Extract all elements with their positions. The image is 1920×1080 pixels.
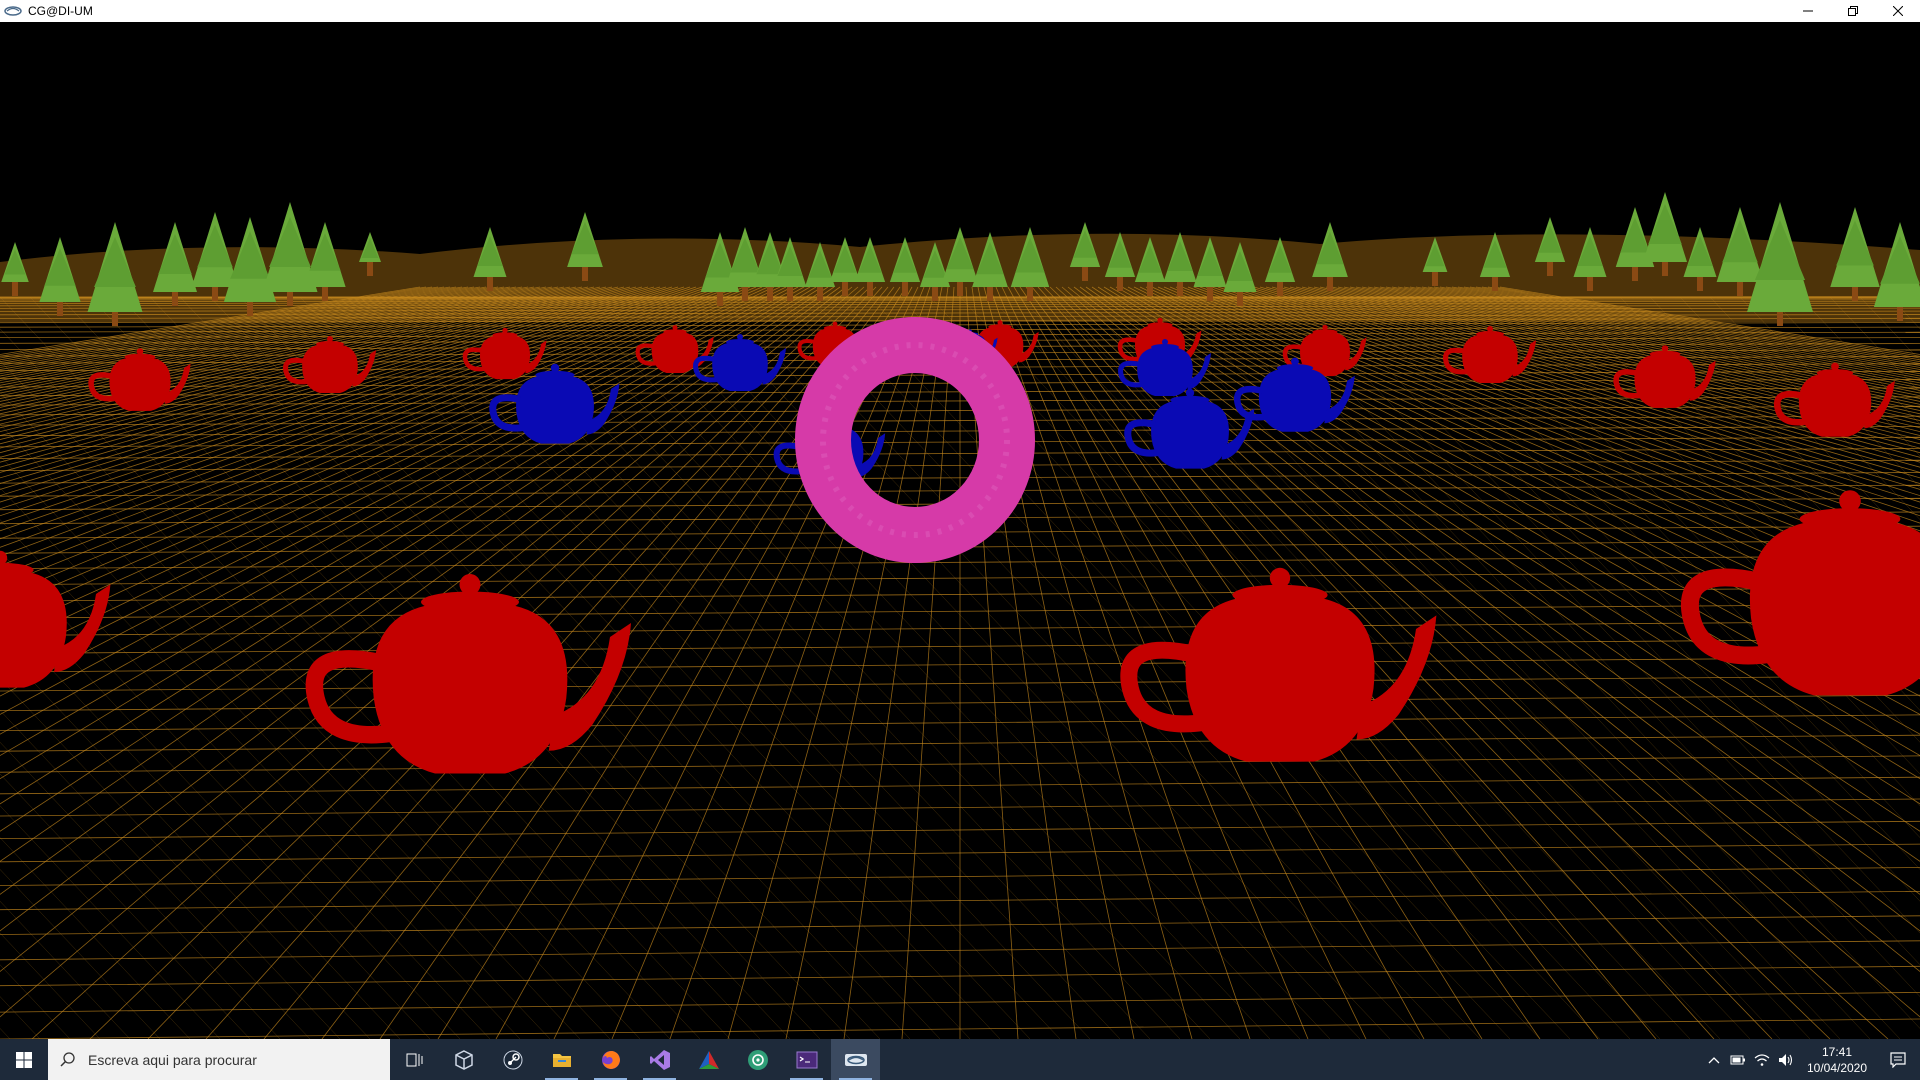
task-view-button[interactable] <box>390 1039 439 1080</box>
app-icon <box>4 6 22 16</box>
volume-indicator[interactable] <box>1774 1053 1798 1067</box>
battery-indicator[interactable] <box>1726 1055 1750 1065</box>
taskbar-app-file-explorer[interactable] <box>537 1039 586 1080</box>
virtualbox-icon <box>454 1049 473 1070</box>
minimize-icon <box>1802 10 1813 12</box>
terrain-line <box>901 286 955 1039</box>
cmake-icon <box>698 1050 719 1069</box>
firefox-icon <box>601 1050 620 1069</box>
chevron-up-icon <box>1708 1056 1720 1063</box>
teapot <box>305 574 631 774</box>
taskbar-app-steam[interactable] <box>488 1039 537 1080</box>
close-button[interactable] <box>1875 0 1920 22</box>
action-center-button[interactable] <box>1876 1051 1920 1068</box>
window-title-bar[interactable]: CG@DI-UM <box>0 0 1920 22</box>
glut-app-icon <box>844 1053 867 1066</box>
close-icon <box>1892 6 1903 16</box>
terminal-icon <box>796 1051 817 1068</box>
clock-date: 10/04/2020 <box>1806 1060 1868 1075</box>
window-controls <box>1785 0 1920 22</box>
search-input[interactable]: Escreva aqui para procurar <box>48 1039 390 1080</box>
teapot <box>1118 339 1211 396</box>
teapot <box>0 550 111 688</box>
window-title: CG@DI-UM <box>28 4 93 18</box>
teapot <box>1681 490 1920 696</box>
steam-icon <box>503 1050 522 1069</box>
restore-button[interactable] <box>1830 0 1875 22</box>
wifi-icon <box>1754 1053 1770 1066</box>
clock-time: 17:41 <box>1821 1044 1853 1059</box>
task-view-icon <box>406 1053 422 1066</box>
battery-icon <box>1730 1055 1745 1064</box>
scene-canvas <box>0 192 1920 1039</box>
restore-icon <box>1847 6 1858 16</box>
taskbar-app-glut[interactable] <box>831 1039 880 1080</box>
windows-logo-icon <box>16 1051 32 1068</box>
teapot <box>1443 326 1536 383</box>
taskbar-app-chatgpt[interactable] <box>733 1039 782 1080</box>
taskbar-app-visual-studio[interactable] <box>635 1039 684 1080</box>
taskbar: Escreva aqui para procurar 17:41 10/04/2… <box>0 1039 1920 1080</box>
notification-icon <box>1890 1051 1906 1068</box>
taskbar-app-firefox[interactable] <box>586 1039 635 1080</box>
minimize-button[interactable] <box>1785 0 1830 22</box>
system-tray: 17:41 10/04/2020 <box>1702 1039 1920 1080</box>
render-viewport[interactable] <box>0 22 1920 1039</box>
taskbar-app-virtualbox[interactable] <box>439 1039 488 1080</box>
teapot <box>1120 567 1437 762</box>
speaker-icon <box>1779 1053 1793 1066</box>
start-button[interactable] <box>0 1039 48 1080</box>
taskbar-app-terminal[interactable] <box>782 1039 831 1080</box>
teapot <box>1773 362 1895 437</box>
taskbar-app-cmake[interactable] <box>684 1039 733 1080</box>
network-indicator[interactable] <box>1750 1053 1774 1067</box>
search-placeholder: Escreva aqui para procurar <box>88 1051 257 1068</box>
search-icon <box>48 1051 88 1068</box>
chatgpt-icon <box>747 1049 768 1070</box>
visual-studio-icon <box>649 1049 670 1070</box>
show-hidden-icons-button[interactable] <box>1702 1056 1726 1064</box>
taskbar-clock[interactable]: 17:41 10/04/2020 <box>1798 1044 1876 1076</box>
file-explorer-icon <box>552 1053 571 1067</box>
